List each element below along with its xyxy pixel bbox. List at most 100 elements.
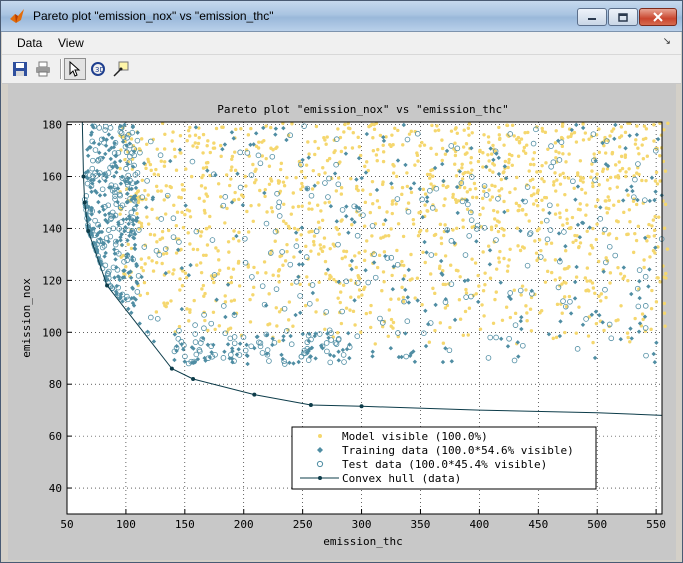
select-button[interactable] — [64, 58, 86, 80]
model-point — [363, 200, 368, 205]
model-point — [300, 204, 304, 208]
model-point — [458, 275, 462, 279]
model-point — [497, 260, 502, 264]
model-point — [184, 167, 188, 171]
model-point — [585, 203, 589, 207]
menu-view[interactable]: View — [58, 36, 84, 50]
model-point — [583, 191, 588, 195]
model-point — [377, 253, 382, 258]
model-point — [155, 260, 159, 265]
model-point — [160, 229, 165, 234]
model-point — [138, 293, 143, 297]
model-point — [649, 306, 654, 311]
model-point — [340, 256, 344, 261]
model-point — [375, 265, 380, 270]
model-point — [624, 174, 628, 179]
model-point — [572, 186, 576, 190]
model-point — [481, 206, 485, 210]
model-point — [322, 245, 326, 249]
model-point — [339, 192, 344, 196]
model-point — [560, 311, 564, 315]
model-point — [433, 328, 437, 333]
print-button[interactable] — [32, 58, 54, 80]
model-point — [356, 135, 360, 140]
model-point — [534, 198, 539, 203]
model-point — [239, 127, 243, 131]
model-point — [265, 210, 269, 214]
model-point — [233, 168, 238, 173]
close-button[interactable] — [639, 8, 677, 26]
model-point — [488, 168, 492, 172]
model-point — [478, 327, 483, 331]
model-point — [413, 163, 417, 167]
model-point — [438, 222, 443, 227]
model-point — [650, 288, 654, 293]
model-point — [162, 164, 167, 168]
toolbar: 3D — [2, 55, 681, 84]
model-point — [173, 155, 177, 159]
model-point — [294, 175, 298, 180]
model-point — [325, 135, 329, 139]
legend[interactable]: Model visible (100.0%) Training data (10… — [291, 426, 597, 490]
model-point — [565, 217, 569, 221]
model-point — [135, 211, 139, 216]
model-point — [482, 189, 486, 193]
model-point — [170, 139, 174, 143]
model-point — [498, 249, 502, 254]
model-point — [334, 189, 339, 193]
model-point — [461, 218, 465, 222]
pareto-plot[interactable]: 50 100 150 200 250 300 350 400 450 500 550 40 60 80 10… — [8, 84, 676, 560]
title-bar[interactable]: Pareto plot "emission_nox" vs "emission_… — [1, 1, 682, 32]
model-point — [455, 131, 460, 136]
data-cursor-button[interactable] — [110, 58, 132, 80]
model-point — [502, 143, 506, 147]
model-point — [473, 261, 478, 265]
tick-label-x: 200 — [234, 518, 254, 531]
model-point — [269, 179, 274, 183]
model-point — [342, 249, 346, 253]
minimize-button[interactable] — [577, 8, 607, 26]
model-point — [589, 175, 593, 180]
model-point — [524, 212, 528, 217]
figure-area: 50 100 150 200 250 300 350 400 450 500 550 40 60 80 10… — [8, 84, 676, 560]
model-point — [343, 122, 347, 127]
model-point — [487, 188, 491, 192]
model-point — [652, 139, 656, 143]
model-point — [203, 186, 208, 190]
model-point — [202, 199, 206, 203]
model-point — [464, 287, 468, 292]
chevron-icon[interactable]: ↘ — [663, 36, 671, 47]
model-point — [586, 334, 591, 338]
model-point — [400, 259, 404, 264]
model-point — [264, 124, 268, 128]
rotate-button[interactable]: 3D — [87, 58, 109, 80]
model-point — [553, 171, 557, 175]
model-point — [300, 181, 304, 186]
model-point — [188, 308, 192, 312]
model-point — [246, 230, 251, 234]
model-point — [229, 168, 233, 172]
model-point — [469, 156, 474, 160]
model-point — [145, 215, 149, 219]
model-point — [357, 295, 361, 299]
model-point — [290, 282, 294, 286]
model-point — [658, 179, 662, 183]
model-point — [299, 233, 303, 237]
model-point — [482, 314, 486, 318]
model-point — [554, 189, 558, 193]
model-point — [231, 267, 236, 271]
model-point — [363, 224, 367, 228]
model-point — [212, 141, 216, 145]
model-point — [264, 271, 268, 275]
model-point — [217, 324, 222, 328]
save-button[interactable] — [9, 58, 31, 80]
model-point — [369, 303, 373, 308]
tick-label-x: 250 — [293, 518, 313, 531]
menu-data[interactable]: Data — [17, 36, 42, 50]
model-point — [634, 238, 639, 243]
hull-vertex — [252, 392, 257, 397]
model-point — [486, 153, 490, 157]
model-point — [409, 252, 413, 257]
model-point — [357, 145, 362, 149]
maximize-button[interactable] — [608, 8, 638, 26]
